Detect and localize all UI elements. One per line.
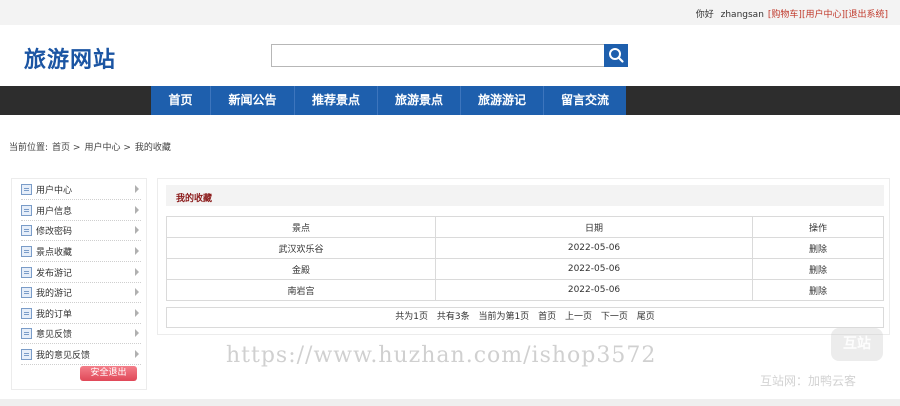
breadcrumb-home[interactable]: 首页 > [52, 143, 80, 153]
date-cell: 2022-05-06 [435, 237, 753, 259]
watermark-url: https://www.huzhan.com/ishop3572 [226, 343, 657, 368]
sidebar-item-my-notes[interactable]: 我的游记 [21, 283, 141, 303]
document-icon [21, 349, 32, 360]
table-row: 武汉欢乐谷 2022-05-06 删除 [166, 237, 884, 259]
favorites-table: 景点 日期 操作 武汉欢乐谷 2022-05-06 删除 金殿 2022-05-… [166, 216, 884, 301]
document-icon [21, 308, 32, 319]
panel-header: 我的收藏 [166, 185, 884, 206]
sidebar-item-my-feedback[interactable]: 我的意见反馈 [21, 345, 141, 365]
date-cell: 2022-05-06 [435, 279, 753, 301]
sidebar: 用户中心 用户信息 修改密码 景点收藏 发布游记 我的游记 我的订单 意见反馈 [11, 178, 147, 390]
user-center-link[interactable]: [用户中心] [802, 10, 845, 20]
cart-link[interactable]: [购物车] [768, 10, 802, 20]
table-row: 南岩宫 2022-05-06 删除 [166, 279, 884, 301]
column-header-date: 日期 [435, 216, 753, 238]
watermark-credit: 互站网：加鸭云客 [760, 374, 857, 388]
attraction-cell[interactable]: 南岩宫 [166, 279, 436, 301]
document-icon [21, 246, 32, 257]
search-icon [609, 48, 624, 63]
sidebar-item-label: 我的游记 [36, 289, 73, 299]
sidebar-item-label: 发布游记 [36, 269, 73, 279]
nav-travel-notes[interactable]: 旅游游记 [461, 86, 544, 115]
pager-current-page: 当前为第1页 [478, 312, 530, 322]
chevron-right-icon [135, 309, 139, 317]
breadcrumb-current: 我的收藏 [134, 143, 171, 153]
footer-bar [0, 399, 900, 406]
breadcrumb: 当前位置: 首页 > 用户中心 > 我的收藏 [9, 140, 175, 153]
greeting-text: 你好 [695, 10, 714, 20]
table-row: 金殿 2022-05-06 删除 [166, 258, 884, 280]
nav-attractions[interactable]: 旅游景点 [378, 86, 461, 115]
document-icon [21, 225, 32, 236]
document-icon [21, 328, 32, 339]
chevron-right-icon [135, 247, 139, 255]
column-header-action: 操作 [752, 216, 884, 238]
nav-recommended[interactable]: 推荐景点 [295, 86, 378, 115]
sidebar-item-favorites[interactable]: 景点收藏 [21, 242, 141, 262]
sidebar-item-label: 我的订单 [36, 310, 73, 320]
pagination: 共为1页 共有3条 当前为第1页 首页 上一页 下一页 尾页 [166, 307, 884, 328]
chevron-right-icon [135, 350, 139, 358]
sidebar-item-label: 用户信息 [36, 207, 73, 217]
watermark-badge: 互站 [831, 328, 883, 361]
delete-link[interactable]: 删除 [752, 279, 884, 301]
site-logo[interactable]: 旅游网站 [24, 42, 116, 74]
pager-total-items: 共有3条 [436, 312, 470, 322]
safe-logout-button[interactable]: 安全退出 [80, 366, 137, 381]
breadcrumb-label: 当前位置: [9, 143, 49, 153]
sidebar-item-label: 修改密码 [36, 227, 73, 237]
chevron-right-icon [135, 288, 139, 296]
document-icon [21, 287, 32, 298]
sidebar-item-label: 我的意见反馈 [36, 351, 91, 361]
sidebar-item-post-note[interactable]: 发布游记 [21, 263, 141, 283]
page-title: 我的收藏 [176, 194, 213, 204]
delete-link[interactable]: 删除 [752, 237, 884, 259]
main-nav: 首页 新闻公告 推荐景点 旅游景点 旅游游记 留言交流 [151, 86, 626, 115]
favorites-panel: 我的收藏 景点 日期 操作 武汉欢乐谷 2022-05-06 删除 金殿 202… [157, 178, 890, 335]
nav-news[interactable]: 新闻公告 [211, 86, 295, 115]
table-header-row: 景点 日期 操作 [166, 216, 884, 238]
logout-link[interactable]: [退出系统] [845, 10, 888, 20]
chevron-right-icon [135, 185, 139, 193]
search-input[interactable] [271, 44, 604, 67]
user-greeting: 你好 zhangsan [购物车][用户中心][退出系统] [696, 7, 888, 20]
pager-prev[interactable]: 上一页 [565, 312, 592, 322]
sidebar-item-user-info[interactable]: 用户信息 [21, 201, 141, 221]
chevron-right-icon [135, 268, 139, 276]
date-cell: 2022-05-06 [435, 258, 753, 280]
pager-total-pages: 共为1页 [395, 312, 428, 322]
sidebar-item-user-center[interactable]: 用户中心 [21, 180, 141, 200]
sidebar-item-label: 景点收藏 [36, 248, 73, 258]
delete-link[interactable]: 删除 [752, 258, 884, 280]
nav-home[interactable]: 首页 [151, 86, 211, 115]
chevron-right-icon [135, 206, 139, 214]
chevron-right-icon [135, 329, 139, 337]
attraction-cell[interactable]: 武汉欢乐谷 [166, 237, 436, 259]
nav-messages[interactable]: 留言交流 [544, 86, 626, 115]
user-card-icon [21, 205, 32, 216]
top-bar: 你好 zhangsan [购物车][用户中心][退出系统] [0, 0, 900, 25]
sidebar-item-feedback[interactable]: 意见反馈 [21, 324, 141, 344]
column-header-attraction: 景点 [166, 216, 436, 238]
pager-last[interactable]: 尾页 [637, 312, 655, 322]
chevron-right-icon [135, 226, 139, 234]
attraction-cell[interactable]: 金殿 [166, 258, 436, 280]
breadcrumb-user-center[interactable]: 用户中心 > [84, 143, 130, 153]
document-icon [21, 267, 32, 278]
search-button[interactable] [604, 44, 628, 67]
user-card-icon [21, 184, 32, 195]
sidebar-item-my-orders[interactable]: 我的订单 [21, 304, 141, 324]
search-bar [271, 44, 628, 67]
sidebar-item-label: 用户中心 [36, 186, 73, 196]
sidebar-item-label: 意见反馈 [36, 330, 73, 340]
username: zhangsan [720, 10, 764, 20]
pager-next[interactable]: 下一页 [601, 312, 628, 322]
sidebar-item-change-password[interactable]: 修改密码 [21, 221, 141, 241]
pager-first[interactable]: 首页 [538, 312, 556, 322]
